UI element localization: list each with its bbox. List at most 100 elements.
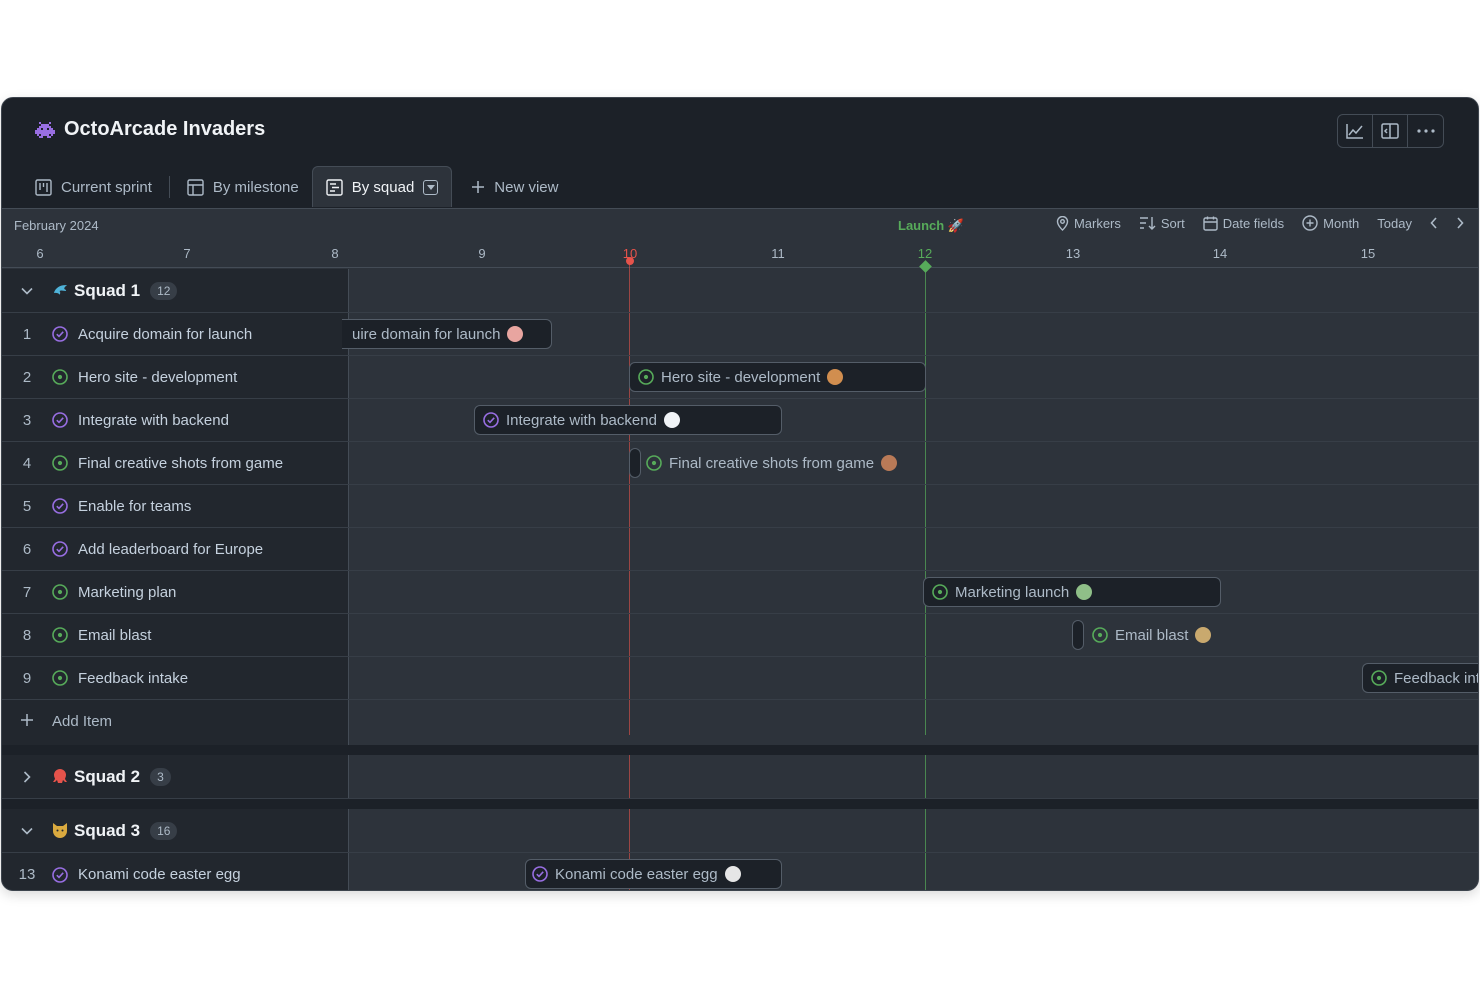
avatar [663,412,680,428]
date-fields-button[interactable]: Date fields [1203,216,1284,231]
group-header-squad-3[interactable]: Squad 3 16 [2,809,1478,853]
chevron-right-icon[interactable] [2,770,52,783]
group-name: Squad 1 [74,280,141,300]
chevron-down-icon[interactable] [2,287,52,295]
toolbar-buttons: Markers Sort Date fields Month Today [1056,215,1464,231]
sort-button[interactable]: Sort [1139,216,1185,231]
table-row[interactable]: 8 Email blast [2,614,1478,657]
new-view-button[interactable]: New view [458,167,571,207]
octopus-icon [52,768,68,785]
add-item-label: Add Item [52,713,113,730]
tab-by-squad[interactable]: By squad [311,166,453,207]
group-header-squad-2[interactable]: Squad 2 3 [2,755,1478,799]
next-button[interactable] [1456,217,1464,229]
tab-current-sprint[interactable]: Current sprint [22,167,165,207]
group-count-badge: 16 [150,821,178,840]
timeline-bar[interactable]: uire domain for launch [342,319,552,349]
insights-button[interactable] [1338,115,1373,147]
item-title[interactable]: Integrate with backend [78,412,229,429]
avatar [1076,584,1093,600]
plus-icon [2,713,52,731]
group-count-badge: 3 [150,767,171,786]
day-label: 15 [1360,246,1376,261]
markers-button[interactable]: Markers [1056,215,1121,231]
drag-handle[interactable] [629,448,641,478]
issue-closed-icon [483,412,499,428]
today-marker-dot [626,257,634,265]
row-number: 2 [22,368,32,386]
item-title[interactable]: Acquire domain for launch [78,326,252,343]
issue-open-icon [52,670,68,686]
table-row[interactable]: 9 Feedback intake [2,657,1478,700]
side-panel-button[interactable] [1373,115,1408,147]
group-header-squad-1[interactable]: Squad 1 12 [2,269,1478,313]
row-number: 7 [22,583,32,601]
sidebar-panel-icon [1381,123,1399,139]
bar-label: Hero site - development [661,368,821,386]
issue-open-icon [1371,670,1387,686]
zoom-in-icon [1302,215,1318,231]
launch-marker-label[interactable]: Launch 🚀 [898,218,964,234]
more-options-button[interactable] [1408,115,1443,147]
timeline-bar[interactable]: Marketing launch [923,577,1221,607]
issue-closed-icon [52,498,68,514]
tab-label: Current sprint [61,178,152,196]
group-name: Squad 3 [74,820,141,840]
issue-open-icon [1092,627,1108,643]
timeline-bar[interactable]: Feedback int [1362,663,1478,693]
tab-label: By squad [351,178,415,196]
bar-label: Integrate with backend [506,411,657,429]
row-number: 6 [22,540,32,558]
issue-closed-icon [52,326,68,342]
zoom-button[interactable]: Month [1302,215,1359,231]
group-divider [2,745,1478,755]
table-row[interactable]: 6 Add leaderboard for Europe [2,528,1478,571]
markers-label: Markers [1073,215,1121,231]
chevron-right-icon [1457,217,1464,229]
timeline-bar[interactable]: Final creative shots from game [646,448,926,478]
previous-button[interactable] [1430,217,1438,229]
item-title[interactable]: Add leaderboard for Europe [78,541,263,558]
item-title[interactable]: Konami code easter egg [78,866,241,883]
bar-label: Marketing launch [955,583,1070,601]
issue-open-icon [52,369,68,385]
timeline-bar[interactable]: Integrate with backend [474,405,782,435]
avatar [724,866,741,882]
item-title[interactable]: Enable for teams [78,498,191,515]
item-title[interactable]: Hero site - development [78,369,237,386]
roadmap-icon [326,178,343,196]
table-row[interactable]: 1 Acquire domain for launch [2,313,1478,356]
day-label: 9 [478,246,486,261]
avatar [1195,627,1212,643]
item-title[interactable]: Email blast [78,627,151,644]
item-title[interactable]: Marketing plan [78,584,176,601]
table-row[interactable]: 7 Marketing plan [2,571,1478,614]
more-icon [1416,129,1435,133]
dolphin-icon [52,283,68,299]
add-item-row[interactable]: Add Item [2,700,349,743]
drag-handle[interactable] [1072,620,1084,650]
project-header: OctoArcade Invaders Current sprint By mi… [2,98,1478,208]
chevron-left-icon [1430,217,1437,229]
project-title-row: OctoArcade Invaders [34,118,265,141]
chevron-down-icon[interactable] [2,827,52,835]
tab-label: By milestone [212,178,299,196]
day-label: 6 [36,246,44,261]
header-actions [1337,114,1444,148]
table-icon [187,178,204,196]
row-number: 9 [22,669,32,687]
view-options-dropdown[interactable] [423,179,439,195]
day-label: 14 [1212,246,1228,261]
issue-closed-icon [52,541,68,557]
view-tabs: Current sprint By milestone By squad New… [22,166,571,207]
issue-closed-icon [532,866,548,882]
item-title[interactable]: Final creative shots from game [78,455,283,472]
timeline-bar[interactable]: Konami code easter egg [525,859,782,889]
table-row[interactable]: 5 Enable for teams [2,485,1478,528]
today-button[interactable]: Today [1377,216,1412,231]
timeline-bar[interactable]: Email blast [1092,620,1232,650]
item-title[interactable]: Feedback intake [78,670,188,687]
tab-divider [168,175,170,198]
timeline-bar[interactable]: Hero site - development [629,362,926,392]
tab-by-milestone[interactable]: By milestone [174,167,312,207]
